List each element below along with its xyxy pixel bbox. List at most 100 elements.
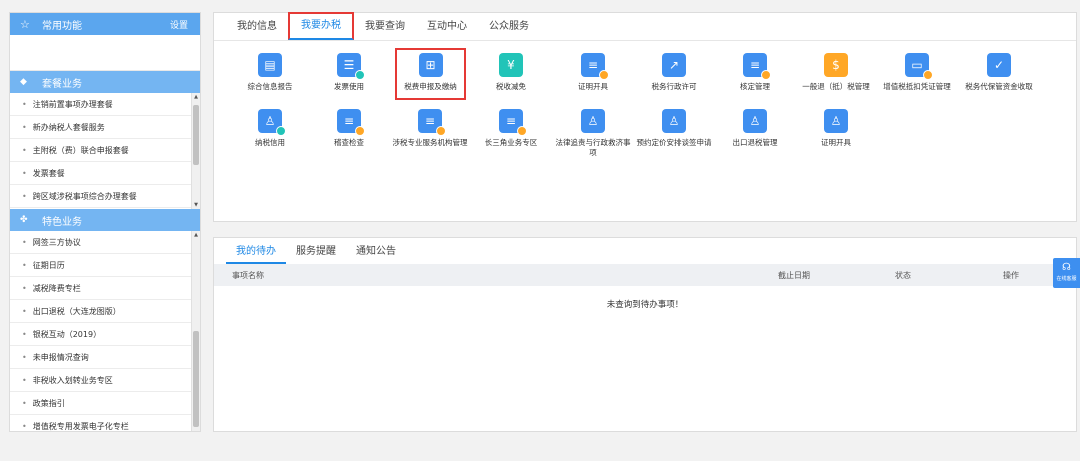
grid-icon: ✤ bbox=[20, 215, 28, 225]
special-list-scrollbar[interactable]: ▲ bbox=[191, 231, 200, 431]
main-tabs: 我的信息 我要办税 我要查询 互动中心 公众服务 bbox=[214, 12, 1076, 41]
headset-icon: ☊ bbox=[1062, 262, 1071, 273]
credit-icon: ♙ bbox=[258, 109, 286, 136]
service-label: 涉税专业服务机构管理 bbox=[392, 138, 468, 147]
sidebar-item-special[interactable]: 政策指引 bbox=[10, 392, 200, 415]
sidebar-item-special[interactable]: 征期日历 bbox=[10, 254, 200, 277]
column-header-deadline: 截止日期 bbox=[778, 270, 810, 280]
service-label: 稽查检查 bbox=[334, 138, 364, 147]
todo-table-header: 事项名称 截止日期 状态 操作 bbox=[214, 264, 1076, 286]
sidebar-item-special[interactable]: 增值税专用发票电子化专栏 bbox=[10, 415, 200, 431]
service-advance-pricing[interactable]: ♙ 预约定价安排谈签申请 bbox=[634, 109, 714, 148]
refund-icon: $ bbox=[824, 53, 848, 77]
service-label: 税费申报及缴纳 bbox=[404, 82, 457, 91]
report-icon: ▤ bbox=[258, 53, 282, 77]
service-label: 纳税信用 bbox=[255, 138, 285, 147]
tab-service-reminder[interactable]: 服务提醒 bbox=[286, 240, 346, 264]
package-list-scroll-thumb[interactable] bbox=[193, 105, 199, 165]
service-inspection[interactable]: ≡ 稽查检查 bbox=[309, 109, 389, 148]
tab-notices[interactable]: 通知公告 bbox=[346, 240, 406, 264]
service-label: 出口退税管理 bbox=[732, 138, 778, 147]
tax-services-panel: 我的信息 我要办税 我要查询 互动中心 公众服务 ▤ 综合信息报告 ☰ 发票使用… bbox=[213, 12, 1077, 222]
sidebar-item-package[interactable]: 注销前置事项办理套餐 bbox=[10, 93, 200, 116]
package-group-header[interactable]: ◆ 套餐业务 bbox=[10, 71, 200, 93]
approval-icon: ≡ bbox=[743, 53, 771, 80]
service-label: 预约定价安排谈签申请 bbox=[636, 138, 712, 147]
sidebar-item-special[interactable]: 减税降费专栏 bbox=[10, 277, 200, 300]
invoice-icon: ☰ bbox=[337, 53, 365, 80]
service-label: 长三角业务专区 bbox=[484, 138, 538, 147]
special-list: 网签三方协议 征期日历 减税降费专栏 出口退税（大连龙图版） 银税互动（2019… bbox=[10, 231, 200, 431]
service-vat-deduction[interactable]: ▭ 增值税抵扣凭证管理 bbox=[877, 53, 957, 92]
tab-my-todo[interactable]: 我的待办 bbox=[226, 240, 286, 264]
chart-icon: ↗ bbox=[662, 53, 686, 77]
todo-panel: 我的待办 服务提醒 通知公告 事项名称 截止日期 状态 操作 未查询到待办事项！ bbox=[213, 237, 1077, 432]
sidebar-item-special[interactable]: 银税互动（2019） bbox=[10, 323, 200, 346]
sidebar-item-package[interactable]: 跨区域涉税事项综合办理套餐 bbox=[10, 185, 200, 208]
package-group-title: 套餐业务 bbox=[42, 78, 82, 90]
service-label: 税务行政许可 bbox=[651, 82, 697, 91]
tab-query[interactable]: 我要查询 bbox=[354, 14, 416, 40]
favorites-header: ☆ 常用功能 设置 bbox=[10, 13, 200, 35]
sidebar-item-special[interactable]: 非税收入划转业务专区 bbox=[10, 369, 200, 392]
service-label: 发票使用 bbox=[334, 82, 364, 91]
declare-icon: ⊞ bbox=[418, 53, 443, 77]
service-administrative-permit[interactable]: ↗ 税务行政许可 bbox=[634, 53, 714, 92]
sidebar-item-package[interactable]: 主附税（费）联合申报套餐 bbox=[10, 139, 200, 162]
agency-icon: ≡ bbox=[418, 109, 446, 136]
deduction-icon: ▭ bbox=[905, 53, 933, 80]
service-tax-declaration[interactable]: ⊞ 税费申报及缴纳 bbox=[395, 48, 466, 100]
favorites-settings-link[interactable]: 设置 bbox=[170, 18, 200, 31]
service-label: 综合信息报告 bbox=[247, 82, 293, 91]
todo-tabs: 我的待办 服务提醒 通知公告 bbox=[214, 238, 1076, 264]
service-tax-credit[interactable]: ♙ 纳税信用 bbox=[230, 109, 310, 148]
service-invoice-use[interactable]: ☰ 发票使用 bbox=[309, 53, 389, 92]
custody-icon: ✓ bbox=[987, 53, 1011, 77]
package-list: 注销前置事项办理套餐 新办纳税人套餐服务 主附税（费）联合申报套餐 发票套餐 跨… bbox=[10, 93, 200, 209]
special-group-header[interactable]: ✤ 特色业务 bbox=[10, 209, 200, 231]
service-label: 证明开具 bbox=[821, 138, 851, 147]
sidebar-item-special[interactable]: 未申报情况查询 bbox=[10, 346, 200, 369]
tax-relief-icon: ¥ bbox=[499, 53, 523, 77]
online-service-button[interactable]: ☊ 在线客服 bbox=[1053, 258, 1080, 288]
service-certificate[interactable]: ≡ 证明开具 bbox=[553, 53, 633, 92]
export-refund-icon: ♙ bbox=[743, 109, 767, 133]
service-label: 增值税抵扣凭证管理 bbox=[883, 82, 951, 91]
service-approval-management[interactable]: ≡ 核定管理 bbox=[715, 53, 795, 92]
package-icon: ◆ bbox=[20, 77, 27, 87]
service-tax-relief[interactable]: ¥ 税收减免 bbox=[471, 53, 551, 92]
favorites-area bbox=[10, 35, 200, 71]
special-group-title: 特色业务 bbox=[42, 216, 82, 228]
service-custody-funds[interactable]: ✓ 税务代保管资金收取 bbox=[959, 53, 1039, 92]
sidebar-item-special[interactable]: 网签三方协议 bbox=[10, 231, 200, 254]
service-tax-refund[interactable]: $ 一般退（抵）税管理 bbox=[796, 53, 876, 92]
service-export-refund[interactable]: ♙ 出口退税管理 bbox=[715, 109, 795, 148]
delta-icon: ≡ bbox=[499, 109, 527, 136]
package-list-scrollbar[interactable]: ▲ ▼ bbox=[191, 93, 200, 209]
scroll-up-arrow-icon[interactable]: ▲ bbox=[192, 93, 200, 101]
certificate-person-icon: ♙ bbox=[824, 109, 848, 133]
star-icon: ☆ bbox=[20, 17, 30, 31]
service-label: 一般退（抵）税管理 bbox=[802, 82, 870, 91]
service-agency-management[interactable]: ≡ 涉税专业服务机构管理 bbox=[390, 109, 470, 148]
sidebar-item-special[interactable]: 出口退税（大连龙图版） bbox=[10, 300, 200, 323]
scroll-down-arrow-icon[interactable]: ▼ bbox=[192, 201, 200, 209]
tab-interaction-center[interactable]: 互动中心 bbox=[416, 14, 478, 40]
tab-public-service[interactable]: 公众服务 bbox=[478, 14, 540, 40]
column-header-actions: 操作 bbox=[1003, 270, 1019, 280]
service-yangtze-delta[interactable]: ≡ 长三角业务专区 bbox=[471, 109, 551, 148]
tab-handle-tax[interactable]: 我要办税 bbox=[288, 12, 354, 40]
scroll-up-arrow-icon[interactable]: ▲ bbox=[192, 231, 200, 239]
column-header-status: 状态 bbox=[895, 270, 911, 280]
service-label: 证明开具 bbox=[578, 82, 608, 91]
special-list-scroll-thumb[interactable] bbox=[193, 331, 199, 427]
sidebar-item-package[interactable]: 发票套餐 bbox=[10, 162, 200, 185]
service-legal-remedy[interactable]: ♙ 法律追责与行政救济事项 bbox=[553, 109, 633, 158]
column-header-item-name: 事项名称 bbox=[232, 270, 264, 280]
sidebar: ☆ 常用功能 设置 ◆ 套餐业务 注销前置事项办理套餐 新办纳税人套餐服务 主附… bbox=[9, 12, 201, 432]
service-comprehensive-report[interactable]: ▤ 综合信息报告 bbox=[230, 53, 310, 92]
tab-my-info[interactable]: 我的信息 bbox=[226, 14, 288, 40]
service-certificate-issue[interactable]: ♙ 证明开具 bbox=[796, 109, 876, 148]
sidebar-item-package[interactable]: 新办纳税人套餐服务 bbox=[10, 116, 200, 139]
service-label: 核定管理 bbox=[740, 82, 770, 91]
